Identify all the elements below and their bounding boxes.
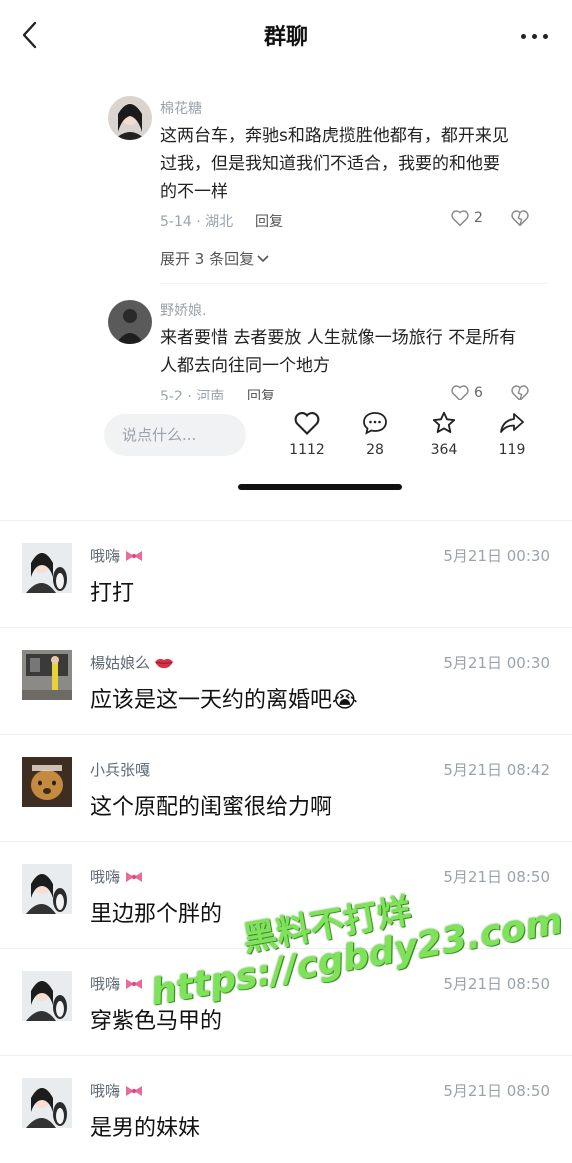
home-indicator — [238, 484, 402, 490]
more-dot-icon — [531, 33, 537, 39]
comment-text-line: 的不一样 — [160, 182, 228, 202]
avatar[interactable] — [22, 757, 72, 807]
share-count: 119 — [498, 442, 526, 458]
message-text: 这个原配的闺蜜很给力啊 — [90, 795, 333, 820]
sender-name: 小兵张嘎 — [90, 759, 150, 780]
sender-name: 楊姑娘么 — [90, 652, 174, 673]
message-time: 5月21日 08:42 — [443, 761, 550, 779]
comment-count: 28 — [366, 442, 384, 458]
bow-icon — [126, 871, 143, 882]
sender-name: 哦嗨 — [90, 866, 144, 887]
comment-text-line: 过我，但是我知道我们不适合，我要的和他要 — [160, 154, 500, 174]
comment-item: 野娇娘. 来者要惜 去者要放 人生就像一场旅行 不是所有 人都去向往同一个地方 — [160, 300, 540, 380]
message-time: 5月21日 08:50 — [443, 975, 550, 993]
comment-dislike-button[interactable] — [510, 209, 530, 231]
star-icon — [432, 411, 456, 434]
message-text: 打打 — [90, 581, 135, 606]
chat-message: 小兵张嘎 5月21日 08:42 这个原配的闺蜜很给力啊 — [0, 734, 572, 842]
nav-bar: 群聊 — [0, 0, 572, 71]
sender-name-text: 哦嗨 — [90, 868, 121, 886]
like-count: 1112 — [289, 442, 325, 458]
avatar — [108, 300, 152, 344]
comment-item: 棉花糖 这两台车，奔驰s和路虎揽胜他都有，都开来见 过我，但是我知道我们不适合，… — [160, 98, 540, 206]
sender-name: 哦嗨 — [90, 1080, 144, 1101]
avatar[interactable] — [22, 543, 72, 593]
bow-icon — [126, 1085, 143, 1096]
share-button[interactable]: 119 — [482, 410, 542, 458]
avatar[interactable] — [22, 1078, 72, 1128]
more-dot-icon — [542, 33, 548, 39]
chat-message: 楊姑娘么 5月21日 00:30 应该是这一天约的离婚吧😭 — [0, 627, 572, 735]
message-text: 应该是这一天约的离婚吧😭 — [90, 682, 358, 714]
comment-bubble-icon — [363, 412, 387, 435]
sender-name-text: 小兵张嘎 — [90, 761, 151, 779]
reply-button[interactable]: 回复 — [255, 211, 283, 231]
comment-author: 野娇娘. — [160, 303, 207, 319]
heart-icon — [294, 412, 320, 435]
lips-icon — [155, 658, 174, 668]
more-dot-icon — [520, 33, 526, 39]
message-text-content: 应该是这一天约的离婚吧 — [90, 688, 333, 713]
comment-date-location: 5-14 · 湖北 — [160, 214, 234, 230]
chat-message: 哦嗨 5月21日 00:30 打打 — [0, 520, 572, 628]
expand-replies-button[interactable]: 展开 3 条回复 — [160, 248, 269, 269]
heart-icon — [451, 210, 469, 227]
avatar[interactable] — [22, 864, 72, 914]
comment-text-line: 这两台车，奔驰s和路虎揽胜他都有，都开来见 — [160, 126, 509, 146]
sender-name-text: 哦嗨 — [90, 1082, 121, 1100]
message-time: 5月21日 08:50 — [443, 868, 550, 886]
comment-like-count: 2 — [474, 210, 483, 226]
sender-name-text: 哦嗨 — [90, 975, 121, 993]
comment-text-line: 来者要惜 去者要放 人生就像一场旅行 不是所有 — [160, 328, 517, 348]
bow-icon — [126, 978, 143, 989]
avatar[interactable] — [22, 650, 72, 700]
comments-button[interactable]: 28 — [345, 410, 405, 458]
avatar[interactable] — [22, 971, 72, 1021]
sender-name: 哦嗨 — [90, 973, 144, 994]
chat-message: 哦嗨 5月21日 08:50 是男的妹妹 — [0, 1055, 572, 1163]
comment-like-count: 6 — [474, 385, 483, 401]
sender-name-text: 楊姑娘么 — [90, 654, 151, 672]
message-time: 5月21日 00:30 — [443, 547, 550, 565]
expand-replies-label: 展开 3 条回复 — [160, 250, 255, 268]
comment-input[interactable]: 说点什么... — [104, 414, 246, 456]
share-arrow-icon — [500, 413, 524, 433]
message-time: 5月21日 00:30 — [443, 654, 550, 672]
favorite-count: 364 — [430, 442, 458, 458]
comment-text: 来者要惜 去者要放 人生就像一场旅行 不是所有 人都去向往同一个地方 — [160, 324, 540, 380]
page-title: 群聊 — [263, 25, 308, 50]
chevron-down-icon — [257, 254, 269, 262]
comment-text-line: 人都去向往同一个地方 — [160, 356, 330, 376]
broken-heart-icon — [511, 210, 529, 227]
more-options-button[interactable] — [518, 24, 550, 48]
crying-emoji-icon: 😭 — [332, 688, 358, 713]
like-button[interactable]: 1112 — [277, 410, 337, 458]
message-text: 是男的妹妹 — [90, 1116, 201, 1141]
favorite-button[interactable]: 364 — [414, 410, 474, 458]
message-text: 里边那个胖的 — [90, 902, 223, 927]
comment-text: 这两台车，奔驰s和路虎揽胜他都有，都开来见 过我，但是我知道我们不适合，我要的和… — [160, 122, 540, 206]
bow-icon — [126, 550, 143, 561]
shared-screenshot: 棉花糖 这两台车，奔驰s和路虎揽胜他都有，都开来见 过我，但是我知道我们不适合，… — [0, 70, 572, 510]
sender-name-text: 哦嗨 — [90, 547, 121, 565]
sender-name: 哦嗨 — [90, 545, 144, 566]
message-time: 5月21日 08:50 — [443, 1082, 550, 1100]
comment-author: 棉花糖 — [160, 101, 202, 117]
avatar — [108, 96, 152, 140]
divider — [160, 283, 548, 284]
comment-like-button[interactable]: 2 — [450, 209, 483, 227]
